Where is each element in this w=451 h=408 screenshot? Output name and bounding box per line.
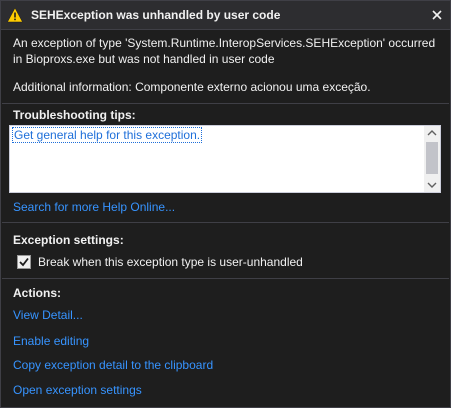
additional-information: Additional information: Componente exter… [13,80,371,94]
enable-editing-link[interactable]: Enable editing [13,334,89,348]
scroll-up-button[interactable] [424,126,440,140]
break-on-exception-label[interactable]: Break when this exception type is user-u… [38,255,303,269]
copy-exception-detail-link[interactable]: Copy exception detail to the clipboard [13,358,213,372]
divider [2,278,449,279]
chevron-down-icon[interactable] [424,178,440,192]
tips-scrollbar[interactable] [424,126,440,192]
troubleshooting-title: Troubleshooting tips: [13,108,136,122]
general-help-link[interactable]: Get general help for this exception. [11,127,203,143]
open-exception-settings-link[interactable]: Open exception settings [13,383,142,397]
title-bar: SEHException was unhandled by user code [1,1,450,30]
troubleshooting-tips-box: Get general help for this exception. [9,125,441,193]
close-icon[interactable] [428,6,446,24]
close-button[interactable] [428,6,446,24]
view-detail-link[interactable]: View Detail... [13,308,83,322]
exception-dialog: SEHException was unhandled by user code … [0,0,451,408]
exception-message: An exception of type 'System.Runtime.Int… [13,36,436,66]
exception-settings-title: Exception settings: [13,233,124,247]
dialog-title: SEHException was unhandled by user code [31,8,281,22]
actions-title: Actions: [13,286,61,300]
search-help-online-link[interactable]: Search for more Help Online... [13,200,175,214]
chevron-up-icon[interactable] [424,126,440,140]
break-on-exception-option[interactable]: Break when this exception type is user-u… [17,254,303,270]
break-on-exception-checkbox[interactable] [17,255,31,269]
scroll-thumb[interactable] [426,142,438,174]
scroll-down-button[interactable] [424,178,440,192]
divider [2,103,449,104]
divider [2,222,449,223]
warning-icon [7,7,23,23]
checkmark-icon [19,257,29,267]
